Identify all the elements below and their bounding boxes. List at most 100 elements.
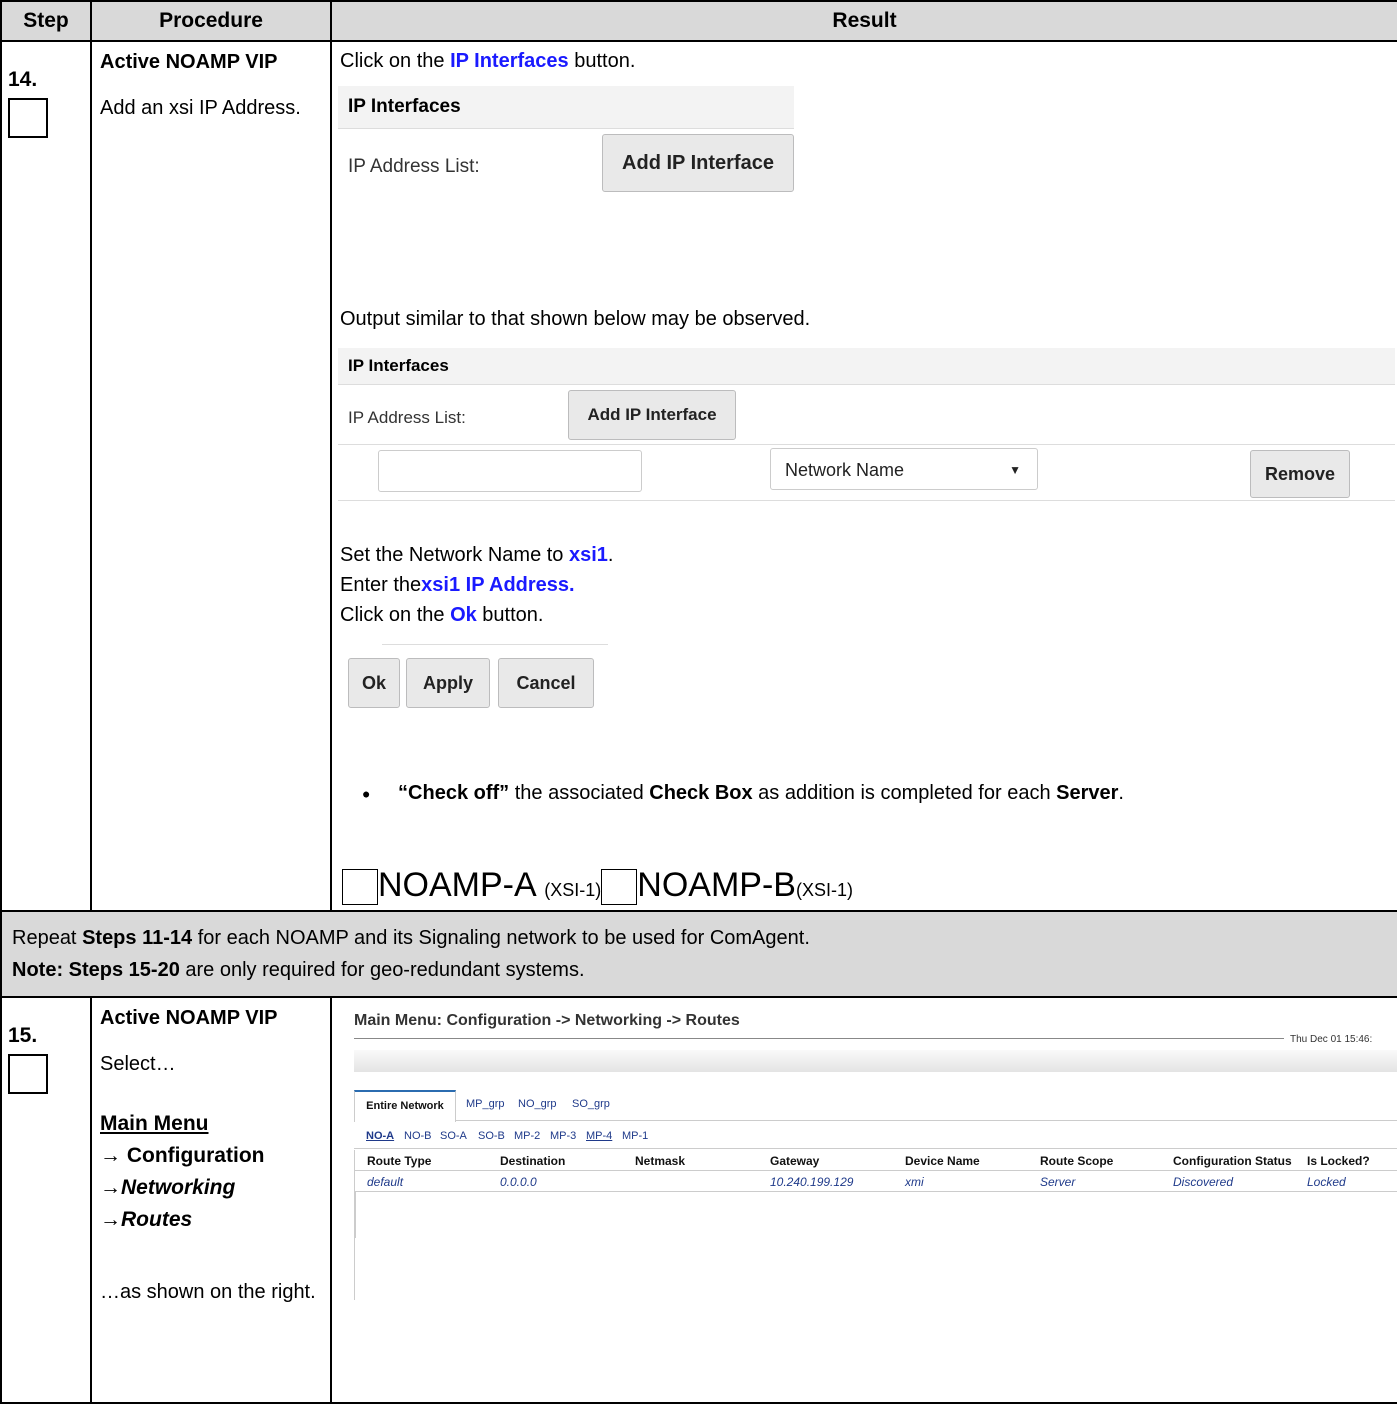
menu-configuration: → Configuration bbox=[100, 1144, 265, 1167]
text: are only required for geo-redundant syst… bbox=[179, 959, 585, 981]
text: as addition is completed for each bbox=[752, 782, 1057, 804]
xsi1-ip-link: xsi1 IP Address. bbox=[421, 574, 575, 596]
add-ip-interface-button-2[interactable]: Add IP Interface bbox=[568, 390, 736, 440]
header-procedure: Procedure bbox=[90, 0, 332, 42]
subtab-no-b[interactable]: NO-B bbox=[404, 1130, 432, 1142]
step-15-proc-title: Active NOAMP VIP bbox=[100, 1007, 278, 1029]
noamp-b-checkbox[interactable] bbox=[601, 869, 638, 905]
col-is-locked: Is Locked? bbox=[1307, 1154, 1370, 1168]
routes-tabs: Entire Network MP_grp NO_grp SO_grp bbox=[354, 1090, 1397, 1122]
procedure-table: Step Procedure Result 14. Active NOAMP V… bbox=[0, 0, 1397, 1404]
cell-route-scope: Server bbox=[1040, 1175, 1076, 1189]
timestamp: Thu Dec 01 15:46: bbox=[1290, 1034, 1373, 1045]
noamp-a-sub: (XSI-1) bbox=[544, 880, 602, 900]
col-destination: Destination bbox=[500, 1154, 566, 1168]
step-14-proc-desc: Add an xsi IP Address. bbox=[100, 97, 301, 119]
enter-ip-line: Enter thexsi1 IP Address. bbox=[340, 574, 575, 597]
cancel-button[interactable]: Cancel bbox=[498, 658, 594, 708]
server-checkboxes: NOAMP-A (XSI-1) NOAMP-B(XSI-1) bbox=[342, 866, 853, 905]
ok-apply-cancel-panel: Ok Apply Cancel bbox=[338, 636, 608, 716]
step-14-checkbox[interactable] bbox=[8, 98, 48, 138]
text: button. bbox=[476, 604, 544, 626]
col-netmask: Netmask bbox=[635, 1154, 686, 1168]
step-14-row: 14. Active NOAMP VIP Add an xsi IP Addre… bbox=[0, 40, 1397, 912]
divider bbox=[382, 636, 608, 645]
check-off-bullet: ● “Check off” the associated Check Box a… bbox=[362, 782, 1124, 805]
divider bbox=[338, 444, 1395, 445]
repeat-line-2: Note: Steps 15-20 are only required for … bbox=[12, 954, 1387, 986]
toolbar-bar bbox=[354, 1050, 1397, 1072]
document-page: Step Procedure Result 14. Active NOAMP V… bbox=[0, 0, 1397, 1406]
text: Click on the bbox=[340, 50, 451, 72]
subtab-so-b[interactable]: SO-B bbox=[478, 1130, 505, 1142]
subtab-no-a[interactable]: NO-A bbox=[366, 1130, 394, 1142]
routes-table: Route Type Destination Netmask Gateway D… bbox=[354, 1150, 1397, 1300]
step-14-line-ip-interfaces: Click on the IP Interfaces button. bbox=[340, 50, 635, 73]
panel-2-title: IP Interfaces bbox=[338, 348, 1395, 385]
table-row[interactable]: default 0.0.0.0 10.240.199.129 xmi Serve… bbox=[355, 1171, 1397, 1192]
text: . bbox=[607, 544, 614, 566]
col-device-name: Device Name bbox=[905, 1154, 980, 1168]
subtab-mp-1[interactable]: MP-1 bbox=[622, 1130, 648, 1142]
panel-1-ip-label: IP Address List: bbox=[348, 156, 480, 177]
noamp-b-sub: (XSI-1) bbox=[795, 880, 853, 900]
step-15-number: 15. bbox=[8, 1024, 38, 1047]
divider bbox=[338, 500, 1395, 501]
as-shown-note: …as shown on the right. bbox=[100, 1281, 316, 1303]
menu-main: Main Menu bbox=[100, 1112, 209, 1135]
tab-mp-grp[interactable]: MP_grp bbox=[466, 1098, 505, 1110]
step-14-number: 14. bbox=[8, 68, 38, 91]
set-network-line: Set the Network Name to xsi1. bbox=[340, 544, 613, 567]
header-step: Step bbox=[0, 0, 92, 42]
routes-header-row: Route Type Destination Netmask Gateway D… bbox=[355, 1150, 1397, 1171]
title-rule bbox=[354, 1038, 1284, 1039]
xsi1-link: xsi1 bbox=[568, 544, 608, 566]
subtab-mp-3[interactable]: MP-3 bbox=[550, 1130, 576, 1142]
text: “Check off” bbox=[398, 782, 510, 804]
text: . bbox=[1118, 782, 1124, 804]
ip-interfaces-link[interactable]: IP Interfaces bbox=[450, 50, 569, 72]
ip-address-input[interactable] bbox=[378, 450, 642, 492]
subtab-so-a[interactable]: SO-A bbox=[440, 1130, 467, 1142]
subtab-mp-2[interactable]: MP-2 bbox=[514, 1130, 540, 1142]
step-14-procedure: Active NOAMP VIP Add an xsi IP Address. bbox=[90, 40, 332, 912]
step-14-cell: 14. bbox=[0, 40, 92, 912]
apply-button[interactable]: Apply bbox=[406, 658, 490, 708]
routes-title: Main Menu: Configuration -> Networking -… bbox=[354, 1012, 740, 1029]
table-edge bbox=[355, 1192, 356, 1238]
step-15-select: Select… bbox=[100, 1053, 176, 1075]
table-header-row: Step Procedure Result bbox=[0, 0, 1397, 42]
tab-so-grp[interactable]: SO_grp bbox=[572, 1098, 610, 1110]
repeat-line-1: Repeat Steps 11-14 for each NOAMP and it… bbox=[12, 922, 1387, 954]
step-14-proc-title: Active NOAMP VIP bbox=[100, 51, 278, 73]
ok-link: Ok bbox=[450, 604, 477, 626]
tab-no-grp[interactable]: NO_grp bbox=[518, 1098, 557, 1110]
tab-entire-network[interactable]: Entire Network bbox=[354, 1090, 456, 1122]
text: Note: Steps 15-20 bbox=[12, 959, 180, 981]
output-note: Output similar to that shown below may b… bbox=[340, 308, 811, 330]
col-gateway: Gateway bbox=[770, 1154, 820, 1168]
click-ok-line: Click on the Ok button. bbox=[340, 604, 543, 627]
step-14-result: Click on the IP Interfaces button. IP In… bbox=[330, 40, 1397, 912]
network-name-select[interactable]: Network Name ▼ bbox=[770, 448, 1038, 490]
remove-button[interactable]: Remove bbox=[1250, 450, 1350, 498]
text: Check Box bbox=[649, 782, 753, 804]
header-result: Result bbox=[330, 0, 1397, 42]
step-15-procedure: Active NOAMP VIP Select… Main Menu → Con… bbox=[90, 996, 332, 1404]
ok-button[interactable]: Ok bbox=[348, 658, 400, 708]
text: the associated bbox=[509, 782, 650, 804]
subtab-mp-4[interactable]: MP-4 bbox=[586, 1130, 612, 1142]
panel-1-title: IP Interfaces bbox=[338, 86, 794, 129]
cell-is-locked: Locked bbox=[1307, 1175, 1346, 1189]
col-config-status: Configuration Status bbox=[1173, 1154, 1292, 1168]
routes-subtabs: NO-A NO-B SO-A SO-B MP-2 MP-3 MP-4 MP-1 bbox=[354, 1124, 1397, 1149]
add-ip-interface-button[interactable]: Add IP Interface bbox=[602, 134, 794, 192]
noamp-a-label: NOAMP-A bbox=[378, 866, 535, 904]
col-route-scope: Route Scope bbox=[1040, 1154, 1114, 1168]
text: Repeat bbox=[12, 927, 83, 949]
noamp-a-checkbox[interactable] bbox=[342, 869, 378, 905]
cell-config-status: Discovered bbox=[1173, 1175, 1234, 1189]
chevron-down-icon: ▼ bbox=[1009, 463, 1021, 477]
ip-interfaces-panel-2: IP Interfaces IP Address List: Add IP In… bbox=[338, 348, 1395, 516]
step-15-checkbox[interactable] bbox=[8, 1054, 48, 1094]
